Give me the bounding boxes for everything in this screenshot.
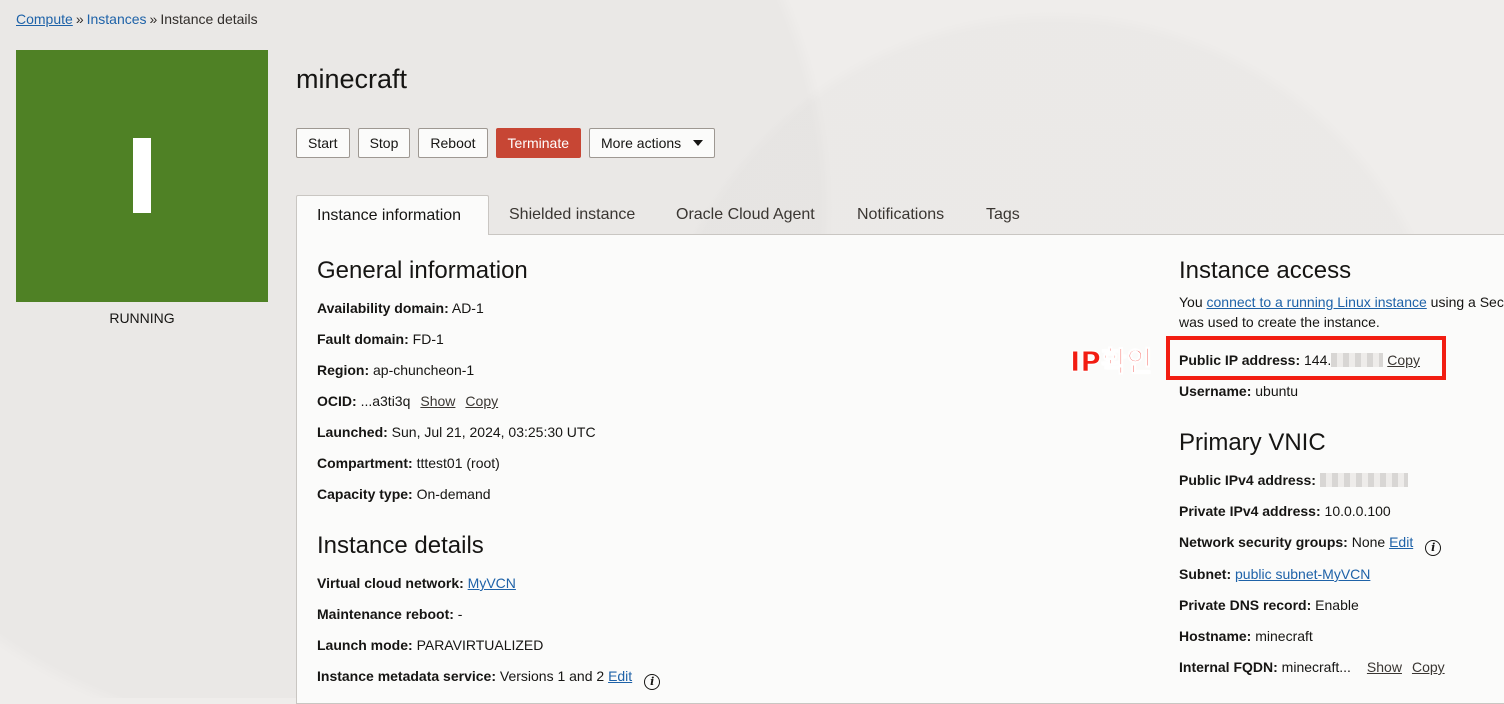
field-label: Availability domain: <box>317 300 449 316</box>
field-value: FD-1 <box>412 331 444 347</box>
instance-letter-icon <box>133 138 151 213</box>
field-value: - <box>457 606 463 622</box>
internal-fqdn-row: Internal FQDN: minecraft... Show Copy <box>1179 659 1445 675</box>
general-information-heading: General information <box>317 257 528 284</box>
capacity-type-row: Capacity type: On-demand <box>317 486 491 502</box>
fqdn-show-link[interactable]: Show <box>1367 659 1402 675</box>
chevron-down-icon <box>693 140 704 146</box>
region-row: Region: ap-chuncheon-1 <box>317 362 474 378</box>
launch-mode-row: Launch mode: PARAVIRTUALIZED <box>317 637 543 653</box>
field-value: minecraft... <box>1281 659 1351 675</box>
terminate-button[interactable]: Terminate <box>495 128 582 158</box>
page-title: minecraft <box>296 64 408 94</box>
field-value: ap-chuncheon-1 <box>373 362 475 378</box>
access-description-line2: was used to create the instance. <box>1179 314 1380 330</box>
field-value: AD-1 <box>451 300 484 316</box>
metadata-service-row: Instance metadata service: Versions 1 an… <box>317 668 661 690</box>
field-value: 10.0.0.100 <box>1324 503 1391 519</box>
breadcrumb: Compute» Instances» Instance details <box>16 11 258 27</box>
annotation-label: IP확인 <box>1069 345 1153 379</box>
instance-access-heading: Instance access <box>1179 257 1352 284</box>
field-label: Subnet: <box>1179 566 1232 582</box>
field-value: None <box>1351 534 1386 550</box>
field-label: Username: <box>1179 383 1252 399</box>
field-value: Enable <box>1315 597 1359 613</box>
tab-shielded-instance[interactable]: Shielded instance <box>509 195 635 235</box>
field-label: Instance metadata service: <box>317 668 496 684</box>
field-label: Compartment: <box>317 455 413 471</box>
ocid-row: OCID: ...a3ti3q Show Copy <box>317 393 498 409</box>
metadata-edit-link[interactable]: Edit <box>608 668 632 684</box>
nsg-row: Network security groups: None Edit i <box>1179 534 1442 556</box>
field-value: ubuntu <box>1255 383 1299 399</box>
ocid-show-link[interactable]: Show <box>420 393 455 409</box>
tab-tags[interactable]: Tags <box>986 195 1020 235</box>
vcn-row: Virtual cloud network: MyVCN <box>317 575 516 591</box>
launched-row: Launched: Sun, Jul 21, 2024, 03:25:30 UT… <box>317 424 596 440</box>
field-label: Network security groups: <box>1179 534 1348 550</box>
field-label: Launch mode: <box>317 637 413 653</box>
access-description-line1: You connect to a running Linux instance … <box>1179 292 1504 312</box>
field-label: Fault domain: <box>317 331 409 347</box>
public-ipv4-row: Public IPv4 address: <box>1179 472 1408 488</box>
breadcrumb-compute[interactable]: Compute <box>16 11 73 27</box>
tab-instance-information[interactable]: Instance information <box>296 195 489 235</box>
info-icon[interactable]: i <box>644 673 661 690</box>
connect-linux-link[interactable]: connect to a running Linux instance <box>1207 294 1427 310</box>
field-label: Internal FQDN: <box>1179 659 1278 675</box>
more-actions-button[interactable]: More actions <box>589 128 716 158</box>
field-label: Hostname: <box>1179 628 1252 644</box>
tab-oracle-cloud-agent[interactable]: Oracle Cloud Agent <box>676 195 815 235</box>
text: using a Sec <box>1426 294 1504 310</box>
field-value: tttest01 (root) <box>416 455 500 471</box>
field-label: Maintenance reboot: <box>317 606 454 622</box>
field-value: On-demand <box>416 486 491 502</box>
subnet-row: Subnet: public subnet-MyVCN <box>1179 566 1370 582</box>
instance-details-heading: Instance details <box>317 532 484 559</box>
fault-domain-row: Fault domain: FD-1 <box>317 331 444 347</box>
availability-domain-row: Availability domain: AD-1 <box>317 300 484 316</box>
maintenance-reboot-row: Maintenance reboot: - <box>317 606 462 622</box>
hostname-row: Hostname: minecraft <box>1179 628 1313 644</box>
vcn-link[interactable]: MyVCN <box>468 575 516 591</box>
field-value: PARAVIRTUALIZED <box>416 637 544 653</box>
status-label: RUNNING <box>109 310 175 326</box>
breadcrumb-current: Instance details <box>160 11 258 27</box>
field-label: Region: <box>317 362 370 378</box>
subnet-link[interactable]: public subnet-MyVCN <box>1235 566 1370 582</box>
breadcrumb-instances[interactable]: Instances <box>87 11 147 27</box>
field-label: Private DNS record: <box>1179 597 1312 613</box>
field-value: Versions 1 and 2 <box>499 668 605 684</box>
reboot-button[interactable]: Reboot <box>418 128 488 158</box>
action-toolbar: Start Stop Reboot Terminate More actions <box>296 128 716 158</box>
text: You <box>1179 294 1207 310</box>
private-ipv4-row: Private IPv4 address: 10.0.0.100 <box>1179 503 1391 519</box>
field-label: Capacity type: <box>317 486 413 502</box>
field-label: Public IPv4 address: <box>1179 472 1316 488</box>
breadcrumb-separator: » <box>149 11 158 27</box>
primary-vnic-heading: Primary VNIC <box>1179 429 1326 456</box>
ocid-copy-link[interactable]: Copy <box>465 393 498 409</box>
start-button[interactable]: Start <box>296 128 350 158</box>
field-value: Sun, Jul 21, 2024, 03:25:30 UTC <box>391 424 596 440</box>
redacted-ip <box>1319 473 1408 487</box>
field-value: minecraft <box>1255 628 1313 644</box>
nsg-edit-link[interactable]: Edit <box>1389 534 1413 550</box>
private-dns-row: Private DNS record: Enable <box>1179 597 1359 613</box>
field-value: ...a3ti3q <box>360 393 411 409</box>
more-actions-label: More actions <box>601 135 682 151</box>
fqdn-copy-link[interactable]: Copy <box>1412 659 1445 675</box>
field-label: Launched: <box>317 424 388 440</box>
field-label: OCID: <box>317 393 357 409</box>
username-row: Username: ubuntu <box>1179 383 1298 399</box>
stop-button[interactable]: Stop <box>357 128 411 158</box>
tab-notifications[interactable]: Notifications <box>857 195 944 235</box>
annotation-highlight-box <box>1166 336 1446 380</box>
info-icon[interactable]: i <box>1425 539 1442 556</box>
compartment-row: Compartment: tttest01 (root) <box>317 455 500 471</box>
field-label: Virtual cloud network: <box>317 575 464 591</box>
breadcrumb-separator: » <box>75 11 84 27</box>
field-label: Private IPv4 address: <box>1179 503 1321 519</box>
